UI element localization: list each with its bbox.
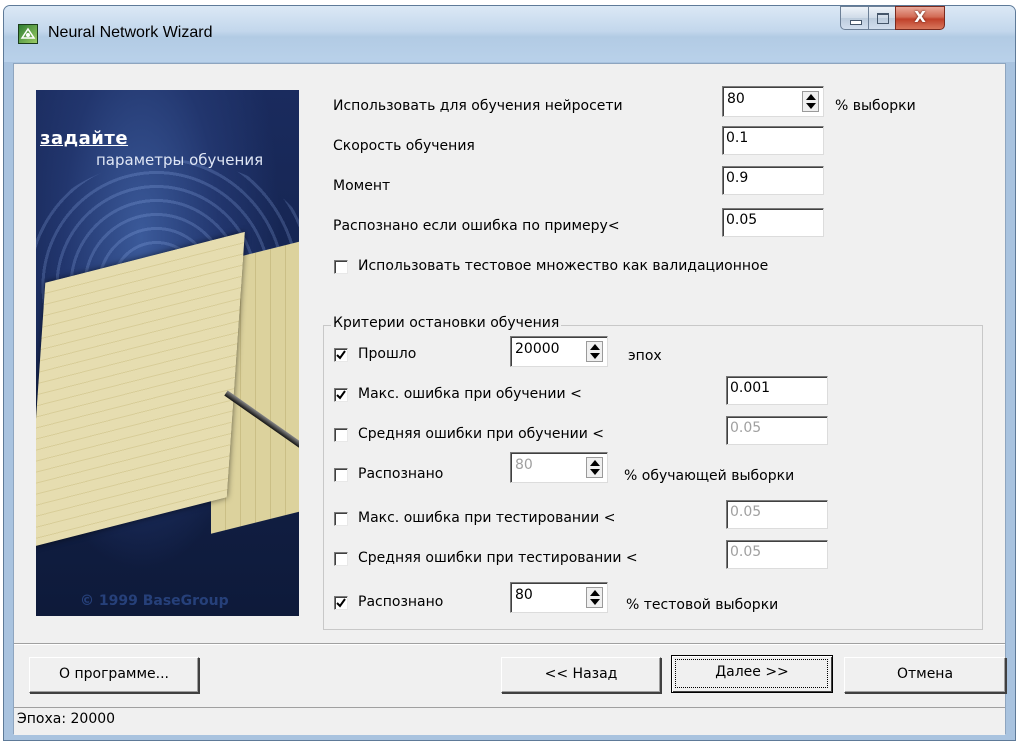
avg-test-error-checkbox[interactable] bbox=[334, 552, 348, 566]
recognized-train-spinner[interactable]: 80 bbox=[510, 452, 608, 483]
banner-heading: задайте bbox=[40, 128, 129, 149]
back-button[interactable]: << Назад bbox=[501, 657, 661, 693]
recognized-train-checkbox[interactable] bbox=[334, 468, 348, 482]
checkmark-icon bbox=[336, 598, 346, 608]
minimize-icon bbox=[850, 20, 862, 25]
spin-arrows-icon[interactable] bbox=[586, 341, 603, 362]
recognized-test-suffix: % тестовой выборки bbox=[626, 597, 779, 613]
avg-train-error-label[interactable]: Средняя ошибки при обучении < bbox=[358, 426, 604, 442]
stop-criteria-title: Критерии остановки обучения bbox=[331, 315, 562, 331]
epochs-label[interactable]: Прошло bbox=[358, 346, 416, 362]
recognized-error-label: Распознано если ошибка по примеру< bbox=[333, 218, 620, 234]
cancel-button[interactable]: Отмена bbox=[844, 657, 1006, 693]
wizard-window: Neural Network Wizard X задайте параметр… bbox=[3, 5, 1016, 741]
recognized-train-suffix: % обучающей выборки bbox=[624, 468, 795, 484]
avg-test-error-label[interactable]: Средняя ошибки при тестировании < bbox=[358, 550, 638, 566]
max-train-error-input[interactable]: 0.001 bbox=[726, 376, 828, 405]
avg-test-error-input[interactable]: 0.05 bbox=[726, 540, 828, 569]
momentum-input[interactable]: 0.9 bbox=[722, 166, 824, 195]
window-title: Neural Network Wizard bbox=[48, 24, 213, 41]
epochs-suffix: эпох bbox=[628, 348, 662, 364]
close-icon: X bbox=[914, 8, 926, 26]
wizard-banner-image: задайте параметры обучения © 1999 BaseGr… bbox=[36, 90, 299, 616]
recognized-test-label[interactable]: Распознано bbox=[358, 594, 443, 610]
train-share-spinner[interactable]: 80 bbox=[722, 86, 824, 117]
recognized-error-input[interactable]: 0.05 bbox=[722, 208, 824, 237]
spin-arrows-icon[interactable] bbox=[802, 91, 819, 112]
maximize-icon bbox=[877, 13, 889, 24]
dialog-client-area: задайте параметры обучения © 1999 BaseGr… bbox=[13, 63, 1006, 735]
momentum-label: Момент bbox=[333, 178, 391, 194]
learning-rate-input[interactable]: 0.1 bbox=[722, 126, 824, 155]
epochs-checkbox[interactable] bbox=[334, 348, 348, 362]
about-button[interactable]: О программе... bbox=[29, 657, 199, 693]
max-train-error-checkbox[interactable] bbox=[334, 388, 348, 402]
next-button[interactable]: Далее >> bbox=[671, 655, 833, 693]
checkmark-icon bbox=[336, 350, 346, 360]
max-train-error-label[interactable]: Макс. ошибка при обучении < bbox=[358, 386, 582, 402]
max-test-error-checkbox[interactable] bbox=[334, 512, 348, 526]
recognized-test-spinner[interactable]: 80 bbox=[510, 582, 608, 613]
recognized-test-checkbox[interactable] bbox=[334, 596, 348, 610]
recognized-test-value: 80 bbox=[515, 587, 533, 603]
app-icon bbox=[18, 24, 38, 44]
spin-arrows-icon[interactable] bbox=[586, 457, 603, 478]
avg-train-error-input[interactable]: 0.05 bbox=[726, 416, 828, 445]
checkmark-icon bbox=[336, 390, 346, 400]
spin-arrows-icon[interactable] bbox=[586, 587, 603, 608]
epochs-spinner[interactable]: 20000 bbox=[510, 336, 608, 367]
train-share-suffix: % выборки bbox=[835, 98, 916, 114]
status-bar: Эпоха: 20000 bbox=[14, 707, 1005, 735]
use-test-as-validation-checkbox[interactable] bbox=[334, 260, 348, 274]
train-share-value: 80 bbox=[727, 91, 745, 107]
banner-subheading: параметры обучения bbox=[96, 151, 264, 169]
recognized-train-value: 80 bbox=[515, 457, 533, 473]
focus-rectangle bbox=[675, 659, 828, 688]
minimize-button[interactable] bbox=[840, 6, 869, 30]
banner-copyright: © 1999 BaseGroup bbox=[80, 593, 229, 609]
button-separator bbox=[14, 643, 1005, 645]
avg-train-error-checkbox[interactable] bbox=[334, 428, 348, 442]
train-share-label: Использовать для обучения нейросети bbox=[333, 98, 623, 114]
use-test-as-validation-label[interactable]: Использовать тестовое множество как вали… bbox=[358, 258, 768, 274]
maximize-button[interactable] bbox=[868, 6, 896, 30]
title-bar[interactable]: Neural Network Wizard X bbox=[4, 6, 1015, 62]
close-button[interactable]: X bbox=[895, 6, 945, 30]
recognized-train-label[interactable]: Распознано bbox=[358, 466, 443, 482]
learning-rate-label: Скорость обучения bbox=[333, 138, 475, 154]
status-text: Эпоха: 20000 bbox=[17, 711, 116, 727]
epochs-value: 20000 bbox=[515, 341, 560, 357]
max-test-error-label[interactable]: Макс. ошибка при тестировании < bbox=[358, 510, 615, 526]
max-test-error-input[interactable]: 0.05 bbox=[726, 500, 828, 529]
